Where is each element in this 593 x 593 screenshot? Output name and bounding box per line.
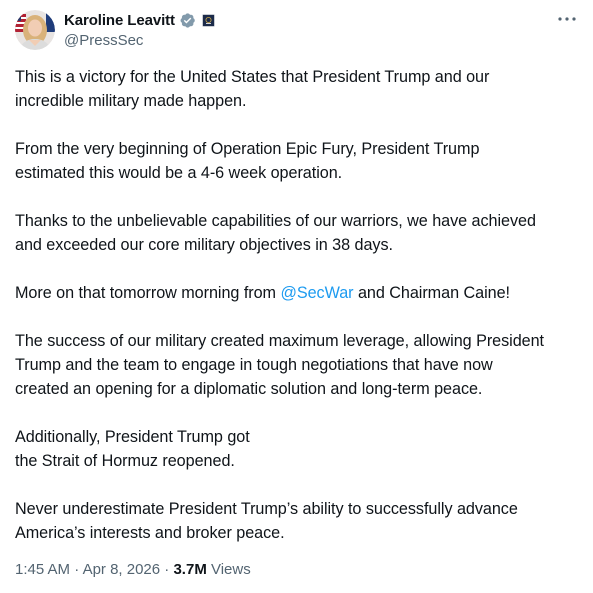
views-count[interactable]: 3.7M: [173, 561, 206, 578]
tweet-paragraph: From the very beginning of Operation Epi…: [15, 140, 480, 182]
tweet-paragraph: This is a victory for the United States …: [15, 68, 490, 110]
mention-link[interactable]: @SecWar: [280, 284, 353, 302]
tweet-paragraph-mention: More on that tomorrow morning from @SecW…: [15, 281, 580, 305]
meta-separator: ·: [70, 561, 83, 578]
tweet-text: This is a victory for the United States …: [15, 65, 580, 545]
user-handle[interactable]: @PressSec: [64, 32, 215, 49]
views-label: Views: [206, 561, 251, 578]
tweet-header: Karoline Leavitt @PressSec: [15, 10, 215, 50]
tweet-paragraph: The success of our military created maxi…: [15, 332, 545, 398]
tweet-date[interactable]: Apr 8, 2026: [83, 561, 161, 578]
tweet-meta: 1:45 AM · Apr 8, 2026 · 3.7M Views: [15, 561, 251, 578]
tweet-text-segment: More on that tomorrow morning from: [15, 284, 281, 302]
name-row: Karoline Leavitt: [64, 11, 215, 30]
tweet-card: Karoline Leavitt @PressSec This is a vic…: [0, 0, 593, 593]
meta-separator: ·: [160, 561, 174, 578]
tweet-text-segment: and Chairman Caine!: [353, 284, 510, 302]
tweet-time[interactable]: 1:45 AM: [15, 561, 70, 578]
user-names: Karoline Leavitt @PressSec: [64, 10, 215, 49]
government-affiliation-icon[interactable]: [201, 14, 215, 27]
avatar[interactable]: [15, 10, 55, 50]
display-name[interactable]: Karoline Leavitt: [64, 12, 175, 29]
tweet-paragraph: Never underestimate President Trump’s ab…: [15, 500, 518, 542]
verified-badge-icon[interactable]: [179, 12, 196, 29]
more-options-icon[interactable]: [557, 11, 577, 27]
tweet-paragraph: Additionally, President Trump got the St…: [15, 428, 250, 470]
tweet-paragraph: Thanks to the unbelievable capabilities …: [15, 212, 536, 254]
